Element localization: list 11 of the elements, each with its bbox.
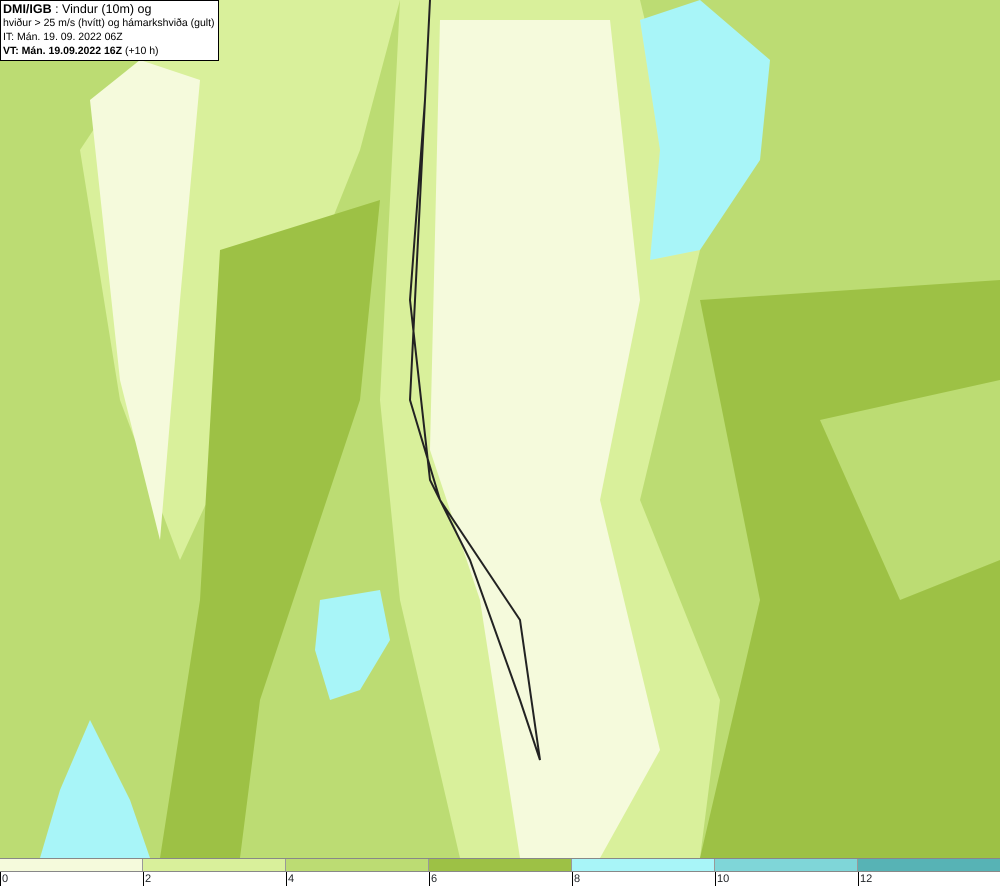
title-line: hviður > 25 m/s (hvítt) og hámarkshviða (gult): [3, 16, 215, 30]
legend-tick-label: 10: [715, 872, 858, 886]
title-line: VT: Mán. 19.09.2022 16Z (+10 h): [3, 44, 160, 58]
legend-tick-label: 0: [0, 872, 143, 886]
title-line: IT: Mán. 19. 09. 2022 06Z: [3, 30, 124, 44]
legend-tick-label: 8: [572, 872, 715, 886]
legend-tick-label: 4: [286, 872, 429, 886]
title-line: DMI/IGB : Vindur (10m) og: [3, 2, 152, 16]
legend-tick-label: 6: [429, 872, 572, 886]
legend-tick-label: 2: [143, 872, 286, 886]
legend-tick-label: 12: [858, 872, 1000, 886]
